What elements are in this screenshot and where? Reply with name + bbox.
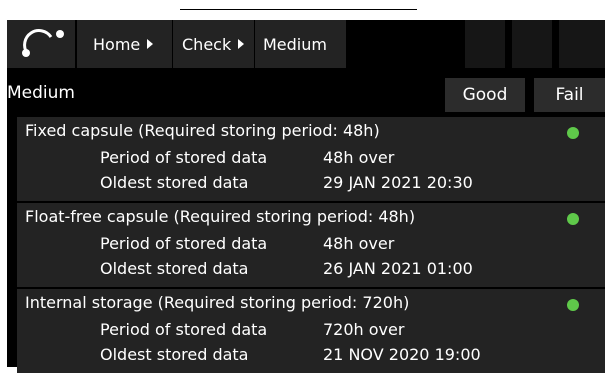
period-value: 48h over <box>323 148 395 167</box>
oldest-label: Oldest stored data <box>100 259 249 278</box>
oldest-value: 29 JAN 2021 20:30 <box>323 173 473 192</box>
status-ok-icon <box>567 299 579 311</box>
fail-button[interactable]: Fail <box>534 78 605 112</box>
period-value: 48h over <box>323 234 395 253</box>
item-title: Float-free capsule (Required storing per… <box>25 207 416 226</box>
breadcrumb-medium[interactable]: Medium <box>254 20 346 68</box>
page-title: Medium <box>7 83 75 103</box>
oldest-value: 26 JAN 2021 01:00 <box>323 259 473 278</box>
breadcrumb-home-label: Home <box>93 34 141 54</box>
status-ok-icon <box>567 127 579 139</box>
good-button[interactable]: Good <box>445 78 525 112</box>
oldest-value: 21 NOV 2020 19:00 <box>323 345 481 364</box>
breadcrumb-check-label: Check <box>182 34 232 54</box>
triangle-right-icon <box>147 39 154 49</box>
header-blank-slot <box>559 20 605 68</box>
breadcrumb-home[interactable]: Home <box>77 20 172 68</box>
logo-icon[interactable] <box>7 20 75 68</box>
status-ok-icon <box>567 213 579 225</box>
breadcrumb-medium-label: Medium <box>263 34 327 54</box>
app-screen: Home Check Medium Medium Good Fail Fixed… <box>7 20 605 373</box>
list-item: Fixed capsule (Required storing period: … <box>17 117 605 203</box>
header-blank-slot <box>512 20 552 68</box>
period-label: Period of stored data <box>100 148 268 167</box>
item-title: Internal storage (Required storing perio… <box>25 293 410 312</box>
list-item: Float-free capsule (Required storing per… <box>17 203 605 289</box>
period-label: Period of stored data <box>100 320 268 339</box>
item-title: Fixed capsule (Required storing period: … <box>25 121 380 140</box>
breadcrumb-check[interactable]: Check <box>172 20 254 68</box>
header-bar: Home Check Medium <box>7 20 605 68</box>
list-item: Internal storage (Required storing perio… <box>17 289 605 373</box>
triangle-right-icon <box>238 39 245 49</box>
period-value: 720h over <box>323 320 405 339</box>
medium-list: Fixed capsule (Required storing period: … <box>17 117 605 373</box>
breadcrumb: Home Check Medium <box>77 20 346 68</box>
oldest-label: Oldest stored data <box>100 173 249 192</box>
oldest-label: Oldest stored data <box>100 345 249 364</box>
period-label: Period of stored data <box>100 234 268 253</box>
top-divider-line <box>180 9 417 10</box>
header-blank-slot <box>465 20 505 68</box>
title-row: Medium Good Fail <box>7 78 605 112</box>
